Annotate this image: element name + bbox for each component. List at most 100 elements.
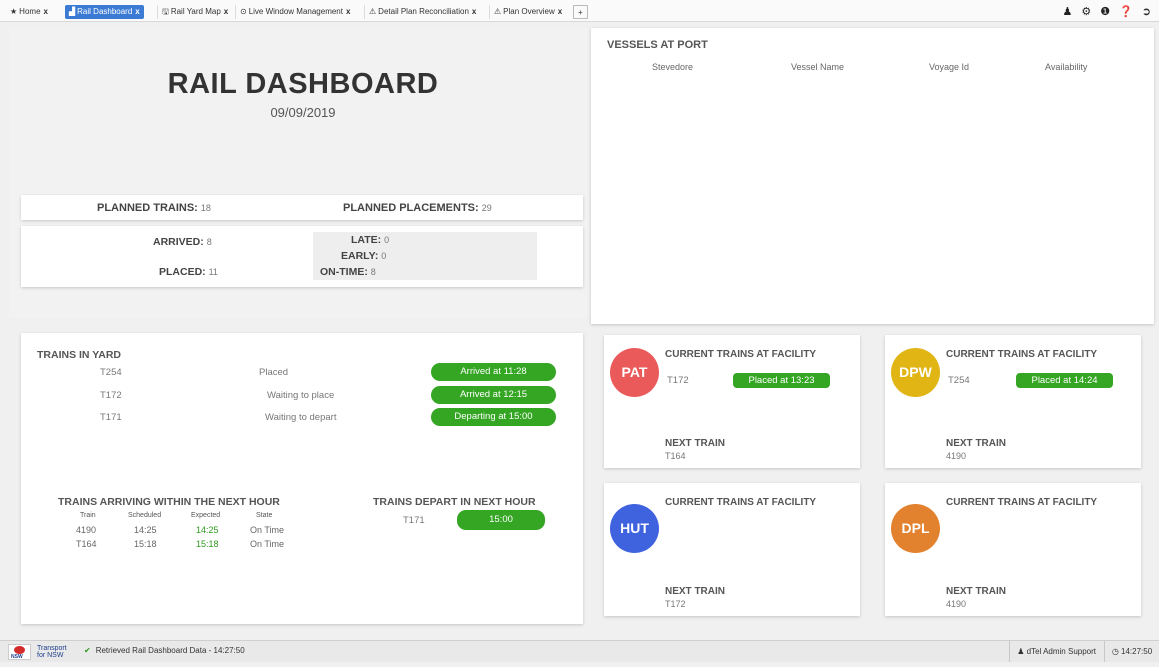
facility-card-dpw[interactable]: DPW CURRENT TRAINS AT FACILITY T254 Plac… bbox=[885, 335, 1141, 468]
yard-train-status: Waiting to depart bbox=[265, 412, 337, 423]
user-icon[interactable]: ♟ bbox=[1062, 5, 1072, 19]
next-train-value: T172 bbox=[665, 599, 686, 609]
facility-badge: PAT bbox=[610, 348, 659, 397]
tab-home[interactable]: ★ Home x bbox=[6, 5, 52, 19]
user-name: dTel Admin Support bbox=[1026, 647, 1096, 656]
current-user[interactable]: ♟ dTel Admin Support bbox=[1009, 641, 1103, 662]
arriving-col-state: State bbox=[256, 512, 273, 519]
logout-icon[interactable]: ➲ bbox=[1142, 5, 1151, 19]
yard-train-id: T172 bbox=[100, 390, 122, 401]
planned-placements-value: 29 bbox=[481, 203, 492, 213]
close-icon[interactable]: x bbox=[346, 7, 350, 16]
arrived-label: ARRIVED: bbox=[153, 236, 204, 248]
yard-train-action[interactable]: Arrived at 12:15 bbox=[431, 386, 556, 404]
chart-icon: ▟ bbox=[69, 7, 76, 16]
tab-rail-yard-map[interactable]: 🖫 Rail Yard Map x bbox=[157, 5, 232, 19]
status-message-text: Retrieved Rail Dashboard Data - 14:27:50 bbox=[95, 646, 245, 655]
logo-text: Transport for NSW bbox=[37, 645, 67, 659]
column-header-vessel-name[interactable]: Vessel Name bbox=[791, 62, 844, 72]
arriving-train: T164 bbox=[76, 539, 97, 549]
next-train-value: 4190 bbox=[946, 599, 967, 609]
transport-nsw-logo: NSW Transport for NSW bbox=[8, 643, 80, 661]
facility-card-pat[interactable]: PAT CURRENT TRAINS AT FACILITY T172 Plac… bbox=[604, 335, 860, 468]
close-icon[interactable]: x bbox=[558, 7, 562, 16]
yard-train-action[interactable]: Arrived at 11:28 bbox=[431, 363, 556, 381]
tab-bar: ★ Home x ▟ Rail Dashboard x 🖫 Rail Yard Map x … bbox=[0, 0, 1159, 22]
next-train-label: NEXT TRAIN bbox=[946, 586, 1006, 597]
yard-train-id: T254 bbox=[100, 367, 122, 378]
arriving-col-train: Train bbox=[80, 512, 96, 519]
info-icon[interactable]: ❶ bbox=[1100, 5, 1110, 19]
ontime-count: ON-TIME: 8 bbox=[320, 266, 376, 278]
column-header-stevedore[interactable]: Stevedore bbox=[652, 62, 693, 72]
checkmark-icon: ✔ bbox=[84, 646, 91, 655]
clock-time: 14:27:50 bbox=[1121, 647, 1153, 656]
yard-train-id: T171 bbox=[100, 412, 122, 423]
status-bar: NSW Transport for NSW ✔ Retrieved Rail Das… bbox=[0, 640, 1159, 662]
yard-train-status: Waiting to place bbox=[267, 390, 335, 401]
facility-badge: HUT bbox=[610, 504, 659, 553]
nsw-waratah-icon: NSW bbox=[8, 644, 31, 660]
facility-badge: DPW bbox=[891, 348, 940, 397]
close-icon[interactable]: x bbox=[135, 7, 139, 16]
help-icon[interactable]: ❓ bbox=[1119, 5, 1133, 19]
close-icon[interactable]: x bbox=[224, 7, 228, 16]
next-train-label: NEXT TRAIN bbox=[665, 438, 725, 449]
map-icon: 🖫 bbox=[162, 7, 169, 16]
logo-line2: for NSW bbox=[37, 652, 64, 659]
close-icon[interactable]: x bbox=[472, 7, 476, 16]
tab-plan-overview[interactable]: ⚠ Plan Overview x bbox=[489, 5, 566, 19]
tab-label: Live Window Management bbox=[248, 7, 343, 16]
arrival-summary: ARRIVED: 8 PLACED: 11 LATE: 0 EARLY: 0 O… bbox=[21, 226, 583, 287]
next-train-label: NEXT TRAIN bbox=[665, 586, 725, 597]
new-tab-button[interactable]: + bbox=[573, 5, 588, 19]
arriving-col-expected: Expected bbox=[191, 512, 221, 519]
tab-detail-plan-reconciliation[interactable]: ⚠ Detail Plan Reconciliation x bbox=[364, 5, 480, 19]
yard-train-action[interactable]: Departing at 15:00 bbox=[431, 408, 556, 426]
facility-card-dpl[interactable]: DPL CURRENT TRAINS AT FACILITY NEXT TRAI… bbox=[885, 483, 1141, 616]
facility-card-hut[interactable]: HUT CURRENT TRAINS AT FACILITY NEXT TRAI… bbox=[604, 483, 860, 616]
early-value: 0 bbox=[381, 251, 387, 261]
close-icon[interactable]: x bbox=[44, 7, 48, 16]
facility-current-train: T172 bbox=[667, 375, 689, 386]
home-star-icon: ★ bbox=[10, 7, 18, 16]
planned-trains-label: PLANNED TRAINS: bbox=[97, 202, 198, 214]
target-icon: ⊙ bbox=[240, 7, 247, 16]
logo-nsw-text: NSW bbox=[11, 654, 23, 660]
arriving-state: On Time bbox=[250, 539, 285, 549]
status-message: ✔ Retrieved Rail Dashboard Data - 14:27:5… bbox=[84, 646, 245, 655]
user-icon: ♟ bbox=[1017, 647, 1025, 656]
column-header-availability[interactable]: Availability bbox=[1045, 62, 1087, 72]
clock-icon: ◷ bbox=[1111, 647, 1119, 656]
tab-label: Rail Dashboard bbox=[77, 7, 133, 16]
warning-icon: ⚠ bbox=[369, 7, 377, 16]
vessels-panel: VESSELS AT PORT Stevedore Vessel Name Vo… bbox=[591, 28, 1154, 324]
tab-label: Detail Plan Reconciliation bbox=[378, 7, 469, 16]
facility-heading: CURRENT TRAINS AT FACILITY bbox=[946, 349, 1098, 360]
arrived-value: 8 bbox=[206, 237, 212, 247]
arriving-scheduled: 15:18 bbox=[134, 539, 157, 549]
facility-heading: CURRENT TRAINS AT FACILITY bbox=[665, 497, 817, 508]
warning-icon: ⚠ bbox=[494, 7, 502, 16]
ontime-value: 8 bbox=[370, 267, 376, 277]
facility-placed-badge: Placed at 13:23 bbox=[733, 373, 830, 388]
trains-panel: TRAINS IN YARD T254 Placed Arrived at 11… bbox=[21, 333, 583, 624]
arriving-col-scheduled: Scheduled bbox=[128, 512, 162, 519]
facility-current-train: T254 bbox=[948, 375, 970, 386]
tab-label: Home bbox=[19, 7, 41, 16]
arriving-train: 4190 bbox=[76, 525, 97, 535]
page-date: 09/09/2019 bbox=[270, 105, 336, 120]
gear-icon[interactable]: ⚙ bbox=[1081, 5, 1091, 19]
planned-summary: PLANNED TRAINS: 18 PLANNED PLACEMENTS: 2… bbox=[21, 195, 583, 220]
tab-live-window-management[interactable]: ⊙ Live Window Management x bbox=[235, 5, 354, 19]
page-title: RAIL DASHBOARD bbox=[167, 68, 439, 100]
departing-title: TRAINS DEPART IN NEXT HOUR bbox=[373, 496, 536, 508]
arriving-expected: 15:18 bbox=[196, 539, 219, 549]
departing-time[interactable]: 15:00 bbox=[457, 510, 545, 530]
facility-heading: CURRENT TRAINS AT FACILITY bbox=[665, 349, 817, 360]
planned-placements: PLANNED PLACEMENTS: 29 bbox=[343, 202, 492, 214]
top-icons: ♟ ⚙ ❶ ❓ ➲ bbox=[1062, 5, 1151, 19]
yard-train-status: Placed bbox=[259, 367, 289, 378]
tab-rail-dashboard[interactable]: ▟ Rail Dashboard x bbox=[65, 5, 144, 19]
column-header-voyage-id[interactable]: Voyage Id bbox=[929, 62, 969, 72]
